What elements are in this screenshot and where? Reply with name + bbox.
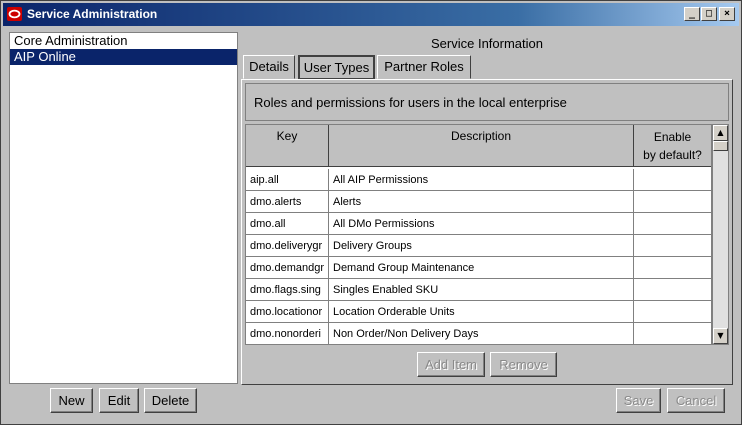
table-row[interactable]: dmo.demandgr Demand Group Maintenance xyxy=(246,257,711,279)
delete-button[interactable]: Delete xyxy=(144,388,197,413)
new-button[interactable]: New xyxy=(50,388,93,413)
column-header-key[interactable]: Key xyxy=(246,125,329,167)
arrow-down-icon[interactable]: ▼ xyxy=(713,328,728,344)
cell-description: Location Orderable Units xyxy=(329,301,634,323)
tab-partner-roles[interactable]: Partner Roles xyxy=(377,55,471,79)
cell-description: Singles Enabled SKU xyxy=(329,279,634,301)
cell-description: All DMo Permissions xyxy=(329,213,634,235)
scroll-thumb[interactable] xyxy=(713,141,728,151)
maximize-button[interactable]: □ xyxy=(701,7,717,21)
oracle-logo-icon xyxy=(7,7,22,21)
window-title: Service Administration xyxy=(27,7,158,21)
cell-key: dmo.nonorderi xyxy=(246,323,329,344)
cell-description: Non Order/Non Delivery Days xyxy=(329,323,634,344)
table-row[interactable]: dmo.alerts Alerts xyxy=(246,191,711,213)
edit-button[interactable]: Edit xyxy=(99,388,139,413)
service-information-title: Service Information xyxy=(431,36,543,51)
cell-enable-by-default[interactable] xyxy=(634,191,711,213)
cell-enable-by-default[interactable] xyxy=(634,235,711,257)
cancel-button[interactable]: Cancel xyxy=(667,388,725,413)
cell-enable-by-default[interactable] xyxy=(634,257,711,279)
arrow-up-icon[interactable]: ▲ xyxy=(713,125,728,141)
cell-enable-by-default[interactable] xyxy=(634,169,711,191)
minimize-button[interactable]: _ xyxy=(684,7,700,21)
cell-description: Alerts xyxy=(329,191,634,213)
cell-key: dmo.demandgr xyxy=(246,257,329,279)
permissions-table: Key Description Enable by default? aip.a… xyxy=(245,124,712,345)
table-vertical-scrollbar[interactable]: ▲ ▼ xyxy=(712,124,729,345)
cell-description: Delivery Groups xyxy=(329,235,634,257)
user-type-description: Roles and permissions for users in the l… xyxy=(245,83,729,121)
column-header-enable-line1: Enable xyxy=(653,130,692,144)
tab-user-types[interactable]: User Types xyxy=(298,55,375,80)
column-header-enable-line2: by default? xyxy=(643,148,702,162)
save-button[interactable]: Save xyxy=(616,388,661,413)
service-item-aip-online[interactable]: AIP Online xyxy=(10,49,237,65)
cell-key: dmo.deliverygr xyxy=(246,235,329,257)
cell-enable-by-default[interactable] xyxy=(634,279,711,301)
table-row[interactable]: dmo.locationor Location Orderable Units xyxy=(246,301,711,323)
cell-key: dmo.alerts xyxy=(246,191,329,213)
title-bar[interactable]: Service Administration _ □ × xyxy=(3,3,739,26)
table-row[interactable]: dmo.all All DMo Permissions xyxy=(246,213,711,235)
cell-enable-by-default[interactable] xyxy=(634,301,711,323)
cell-enable-by-default[interactable] xyxy=(634,213,711,235)
cell-key: aip.all xyxy=(246,169,329,191)
table-row[interactable]: aip.all All AIP Permissions xyxy=(246,169,711,191)
table-row[interactable]: dmo.deliverygr Delivery Groups xyxy=(246,235,711,257)
remove-button[interactable]: Remove xyxy=(490,352,557,377)
service-administration-window: Service Administration _ □ × Core Admini… xyxy=(0,0,742,425)
close-button[interactable]: × xyxy=(719,7,735,21)
tab-details[interactable]: Details xyxy=(243,55,295,79)
service-list[interactable]: Core Administration AIP Online xyxy=(9,32,238,384)
cell-key: dmo.locationor xyxy=(246,301,329,323)
column-header-enable-by-default[interactable]: Enable by default? xyxy=(634,125,711,167)
cell-key: dmo.all xyxy=(246,213,329,235)
cell-description: Demand Group Maintenance xyxy=(329,257,634,279)
add-item-button[interactable]: Add Item xyxy=(417,352,485,377)
service-item-core-administration[interactable]: Core Administration xyxy=(10,33,237,49)
cell-key: dmo.flags.sing xyxy=(246,279,329,301)
cell-description: All AIP Permissions xyxy=(329,169,634,191)
cell-enable-by-default[interactable] xyxy=(634,323,711,344)
table-row[interactable]: dmo.nonorderi Non Order/Non Delivery Day… xyxy=(246,323,711,344)
table-row[interactable]: dmo.flags.sing Singles Enabled SKU xyxy=(246,279,711,301)
column-header-description[interactable]: Description xyxy=(329,125,634,167)
